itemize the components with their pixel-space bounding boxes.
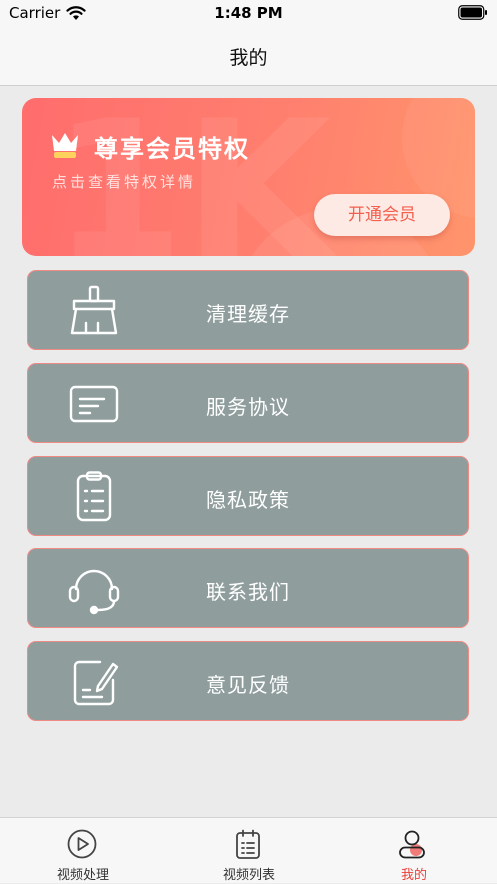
menu-item-clear-cache[interactable]: 清理缓存 [27, 270, 469, 350]
tab-label: 视频列表 [222, 868, 275, 883]
menu-item-label: 服务协议 [206, 395, 290, 419]
page-title: 我的 [229, 47, 268, 69]
tab-label: 视频处理 [56, 868, 109, 883]
menu-item-service-agreement[interactable]: 服务协议 [27, 363, 469, 443]
calendar-list-icon [236, 829, 260, 859]
tab-mine[interactable]: 我的 [331, 818, 497, 884]
crown-icon [52, 133, 78, 158]
user-icon [399, 830, 425, 859]
vip-title: 尊享会员特权 [94, 135, 250, 163]
tab-bar: 视频处理 视频列表 我的 [0, 817, 497, 883]
clock-time: 1:48 PM [214, 4, 283, 22]
vip-subtitle: 点击查看特权详情 [52, 173, 197, 191]
vip-card[interactable]: 1K 尊享会员特权 点击查看特权详情 开通会员 [22, 98, 475, 256]
menu-item-label: 清理缓存 [206, 302, 290, 326]
status-bar: Carrier 1:48 PM [0, 0, 497, 30]
navigation-bar: 我的 [0, 30, 497, 86]
menu-item-label: 意见反馈 [206, 673, 290, 697]
menu-item-privacy-policy[interactable]: 隐私政策 [27, 456, 469, 536]
play-circle-icon [67, 829, 97, 859]
menu-item-label: 隐私政策 [206, 488, 290, 512]
battery-icon [458, 5, 487, 20]
open-membership-button[interactable]: 开通会员 [314, 194, 450, 236]
menu-item-feedback[interactable]: 意见反馈 [27, 641, 469, 721]
menu-item-label: 联系我们 [206, 580, 290, 604]
menu-item-contact-us[interactable]: 联系我们 [27, 548, 469, 628]
tab-video-list[interactable]: 视频列表 [166, 818, 332, 884]
tab-label: 我的 [400, 868, 427, 883]
tab-video-processing[interactable]: 视频处理 [0, 818, 166, 884]
